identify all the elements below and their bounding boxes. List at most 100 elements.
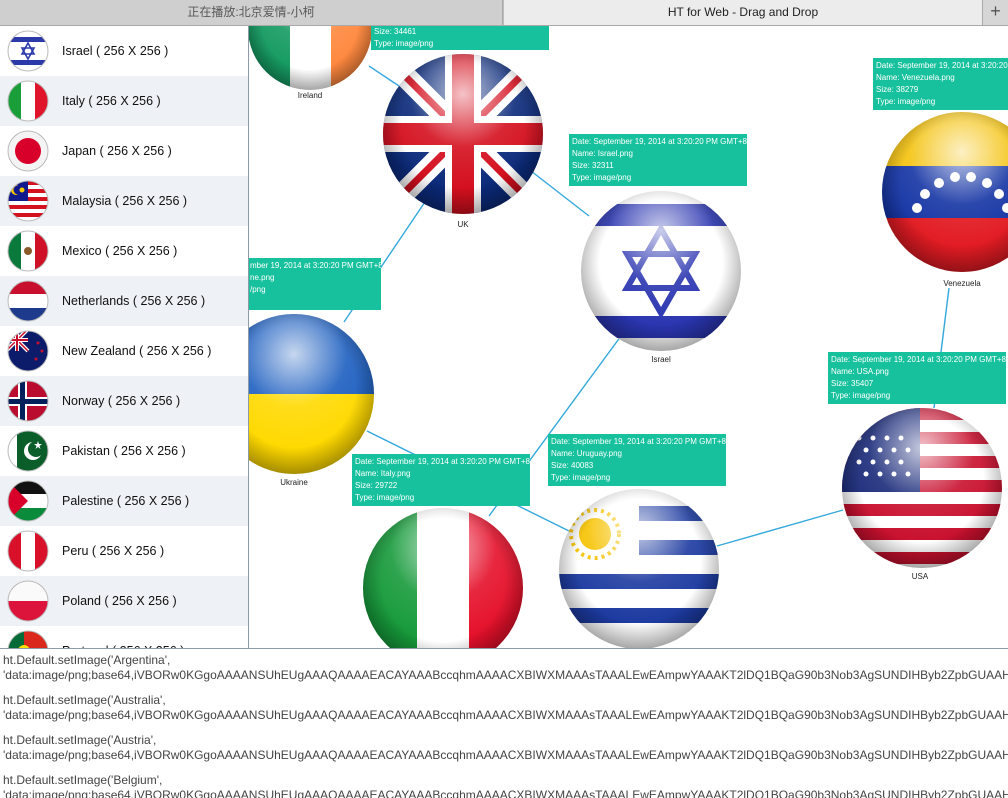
node-label-usa: USA bbox=[911, 572, 929, 581]
list-item-palestine[interactable]: Palestine ( 256 X 256 ) bbox=[0, 476, 248, 526]
tooltip-line: Date: September 19, 2014 at 3:20:20 PM G… bbox=[831, 355, 1006, 364]
code-line: ht.Default.setImage('Argentina', bbox=[3, 653, 171, 667]
tooltip-italy: Date: September 19, 2014 at 3:20:20 PM G… bbox=[352, 454, 530, 506]
list-item-label: Mexico ( 256 X 256 ) bbox=[62, 244, 178, 258]
tooltip-line: Type: image/png bbox=[876, 97, 936, 106]
list-item-label: Malaysia ( 256 X 256 ) bbox=[62, 194, 188, 208]
tooltip-line: Type: image/png bbox=[355, 493, 415, 502]
node-label-israel: Israel bbox=[651, 355, 671, 364]
tooltip-line: Type: image/png bbox=[831, 391, 891, 400]
list-item-norway[interactable]: Norway ( 256 X 256 ) bbox=[0, 376, 248, 426]
tooltip-venezuela: Date: September 19, 2014 at 3:20:20 Name… bbox=[873, 58, 1008, 110]
node-uk bbox=[383, 54, 543, 214]
node-label-uk: UK bbox=[457, 220, 469, 229]
tooltip-line: Name: Uruguay.png bbox=[551, 449, 622, 458]
tooltip-line: Name: Venezuela.png bbox=[876, 73, 955, 82]
list-item-italy[interactable]: Italy ( 256 X 256 ) bbox=[0, 76, 248, 126]
mexico-flag-icon bbox=[7, 230, 49, 272]
list-item-netherlands[interactable]: Netherlands ( 256 X 256 ) bbox=[0, 276, 248, 326]
tooltip-line: Size: 34461 bbox=[374, 27, 417, 36]
list-item-label: New Zealand ( 256 X 256 ) bbox=[62, 344, 212, 358]
italy-flag-icon bbox=[7, 80, 49, 122]
norway-flag-icon bbox=[7, 380, 49, 422]
list-item-label: Japan ( 256 X 256 ) bbox=[62, 144, 172, 158]
list-item-israel[interactable]: Israel ( 256 X 256 ) bbox=[0, 26, 248, 76]
tooltip-line: Date: September 19, 2014 at 3:20:20 PM G… bbox=[551, 437, 726, 446]
node-venezuela bbox=[882, 112, 1008, 272]
tooltip-line: Type: image/png bbox=[551, 473, 611, 482]
node-label-ireland: Ireland bbox=[297, 91, 323, 100]
list-item-label: Pakistan ( 256 X 256 ) bbox=[62, 444, 186, 458]
list-item-malaysia[interactable]: Malaysia ( 256 X 256 ) bbox=[0, 176, 248, 226]
tooltip-line: Size: 32311 bbox=[572, 161, 614, 170]
tooltip-line: Size: 35407 bbox=[831, 379, 874, 388]
list-item-label: Norway ( 256 X 256 ) bbox=[62, 394, 181, 408]
edge-uruguay-usa bbox=[716, 509, 844, 547]
tooltip-line: Size: 40083 bbox=[551, 461, 594, 470]
poland-flag-icon bbox=[7, 580, 49, 622]
peru-flag-icon bbox=[7, 530, 49, 572]
code-line: 'data:image/png;base64,iVBORw0KGgoAAAANS… bbox=[3, 788, 1008, 798]
list-item-label: Palestine ( 256 X 256 ) bbox=[62, 494, 190, 508]
tooltip-line: Date: September 19, 2014 at 3:20:20 bbox=[876, 61, 1008, 70]
tooltip-line: Name: Israel.png bbox=[572, 149, 633, 158]
node-label-ukraine: Ukraine bbox=[280, 478, 308, 487]
new-tab-button[interactable]: + bbox=[983, 0, 1008, 25]
code-block: ht.Default.setImage('Austria', 'data:ima… bbox=[3, 733, 1008, 763]
tooltip-uruguay: Date: September 19, 2014 at 3:20:20 PM G… bbox=[548, 434, 726, 486]
code-block: ht.Default.setImage('Belgium', 'data:ima… bbox=[3, 773, 1008, 798]
graph-svg bbox=[249, 26, 1008, 648]
tooltip-ukraine: mber 19, 2014 at 3:20:20 PM GMT+8 ne.png… bbox=[249, 258, 381, 310]
node-ireland bbox=[249, 26, 372, 90]
tooltip-line: Size: 38279 bbox=[876, 85, 919, 94]
list-item-label: Poland ( 256 X 256 ) bbox=[62, 594, 177, 608]
tooltip-line: ne.png bbox=[250, 273, 275, 282]
tooltip-usa: Date: September 19, 2014 at 3:20:20 PM G… bbox=[828, 352, 1006, 404]
list-item-mexico[interactable]: Mexico ( 256 X 256 ) bbox=[0, 226, 248, 276]
list-item-portugal[interactable]: Portugal ( 256 X 256 ) bbox=[0, 626, 248, 648]
japan-flag-icon bbox=[7, 130, 49, 172]
tab-ht-drag-drop[interactable]: HT for Web - Drag and Drop bbox=[503, 0, 983, 25]
code-line: ht.Default.setImage('Belgium', bbox=[3, 773, 163, 787]
tooltip-line: Date: September 19, 2014 at 3:20:20 PM G… bbox=[572, 137, 747, 146]
list-item-pakistan[interactable]: Pakistan ( 256 X 256 ) bbox=[0, 426, 248, 476]
new-zealand-flag-icon bbox=[7, 330, 49, 372]
list-item-label: Italy ( 256 X 256 ) bbox=[62, 94, 161, 108]
list-item-label: Portugal ( 256 X 256 ) bbox=[62, 626, 184, 648]
graph-canvas[interactable]: Ireland UK Israel Venezuela Ukraine USA … bbox=[249, 26, 1008, 648]
list-item-label: Peru ( 256 X 256 ) bbox=[62, 544, 165, 558]
node-israel bbox=[581, 191, 741, 351]
tooltip-line: Type: image/png bbox=[374, 39, 434, 48]
code-textarea[interactable]: ht.Default.setImage('Argentina', 'data:i… bbox=[0, 648, 1008, 798]
list-item-japan[interactable]: Japan ( 256 X 256 ) bbox=[0, 126, 248, 176]
code-line: 'data:image/png;base64,iVBORw0KGgoAAAANS… bbox=[3, 668, 1008, 682]
code-line: 'data:image/png;base64,iVBORw0KGgoAAAANS… bbox=[3, 708, 1008, 722]
tooltip-line: /png bbox=[250, 285, 266, 294]
tooltip-line: Size: 29722 bbox=[355, 481, 398, 490]
list-item-new-zealand[interactable]: New Zealand ( 256 X 256 ) bbox=[0, 326, 248, 376]
list-item-poland[interactable]: Poland ( 256 X 256 ) bbox=[0, 576, 248, 626]
node-uruguay bbox=[559, 489, 719, 648]
code-block: ht.Default.setImage('Argentina', 'data:i… bbox=[3, 653, 1008, 683]
malaysia-flag-icon bbox=[7, 180, 49, 222]
tooltip-line: Name: USA.png bbox=[831, 367, 889, 376]
tooltip-uk: Size: 34461 Type: image/png bbox=[371, 26, 549, 50]
code-block: ht.Default.setImage('Australia', 'data:i… bbox=[3, 693, 1008, 723]
tooltip-line: Date: September 19, 2014 at 3:20:20 PM G… bbox=[355, 457, 530, 466]
tooltip-line: Type: image/png bbox=[572, 173, 632, 182]
tooltip-israel: Date: September 19, 2014 at 3:20:20 PM G… bbox=[569, 134, 747, 186]
list-item-peru[interactable]: Peru ( 256 X 256 ) bbox=[0, 526, 248, 576]
code-line: ht.Default.setImage('Austria', bbox=[3, 733, 157, 747]
tab-bar: 正在播放:北京爱情-小柯 HT for Web - Drag and Drop … bbox=[0, 0, 1008, 26]
tooltip-line: Name: Italy.png bbox=[355, 469, 411, 478]
tab-music[interactable]: 正在播放:北京爱情-小柯 bbox=[0, 0, 503, 25]
list-item-label: Israel ( 256 X 256 ) bbox=[62, 44, 169, 58]
code-line: 'data:image/png;base64,iVBORw0KGgoAAAANS… bbox=[3, 748, 1008, 762]
code-line: ht.Default.setImage('Australia', bbox=[3, 693, 166, 707]
edge-ireland-uk bbox=[368, 65, 400, 87]
node-label-venezuela: Venezuela bbox=[943, 279, 981, 288]
list-item-label: Netherlands ( 256 X 256 ) bbox=[62, 294, 206, 308]
flag-list[interactable]: Israel ( 256 X 256 ) Italy ( 256 X 256 )… bbox=[0, 26, 249, 648]
palestine-flag-icon bbox=[7, 480, 49, 522]
pakistan-flag-icon bbox=[7, 430, 49, 472]
